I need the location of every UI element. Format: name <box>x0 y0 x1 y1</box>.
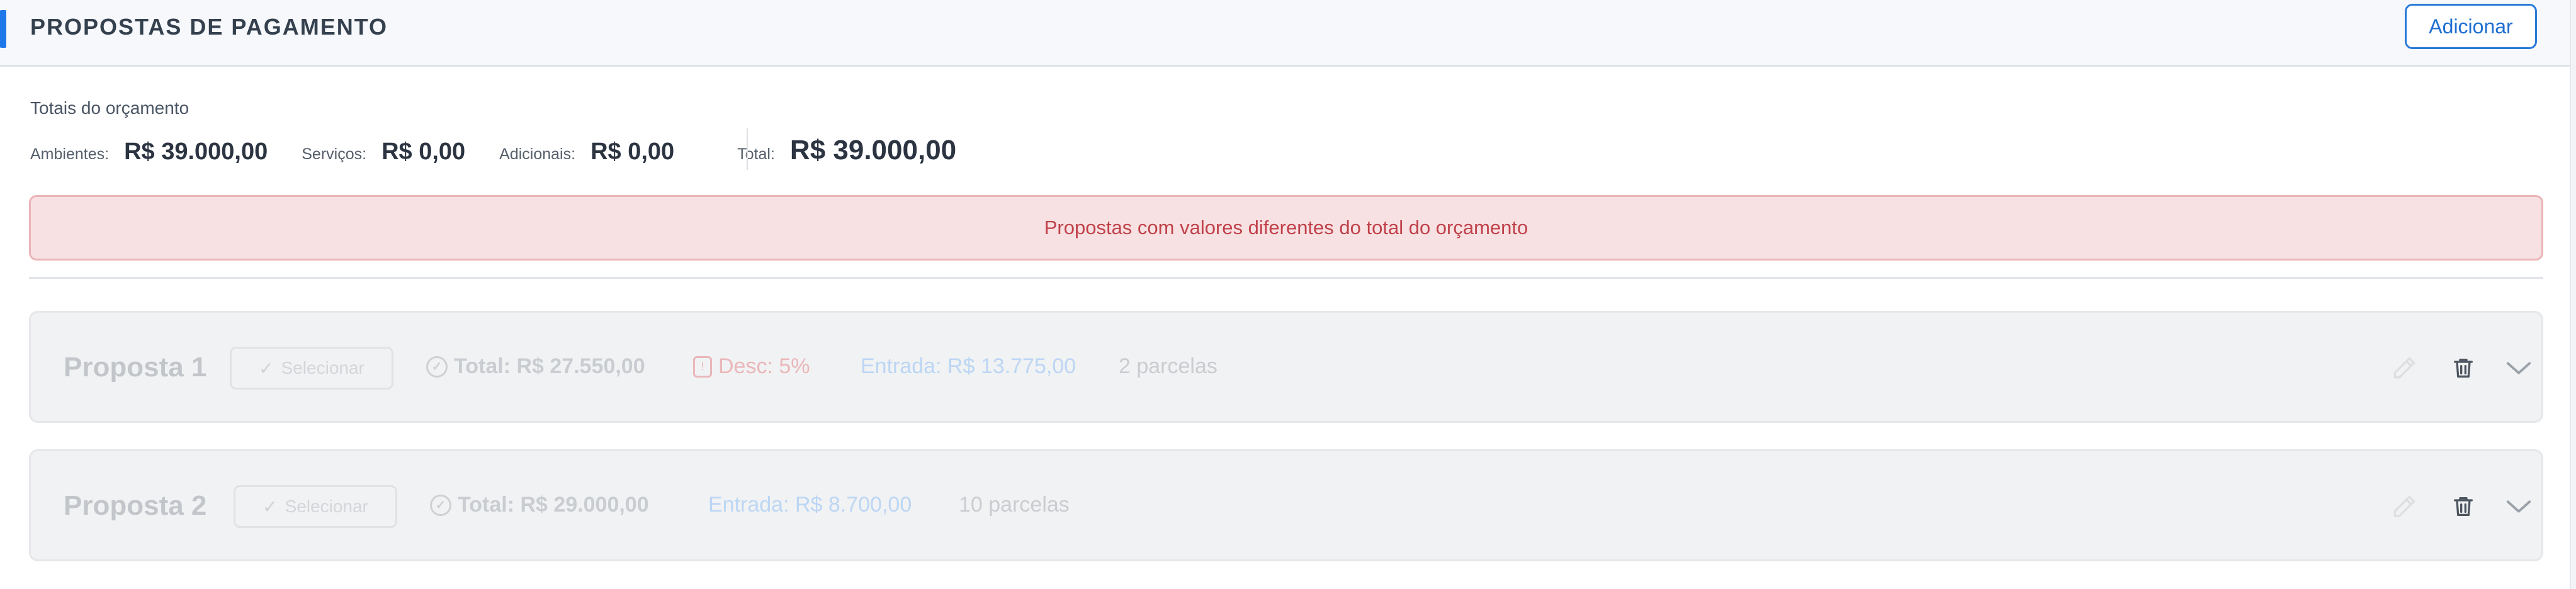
check-circle-icon: ✓ <box>430 494 451 516</box>
panel-header: PROPOSTAS DE PAGAMENTO Adicionar <box>0 0 2570 67</box>
proposal-name: Proposta 2 <box>64 490 207 521</box>
servicos-label: Serviços: <box>302 145 367 163</box>
payment-proposals-panel: PROPOSTAS DE PAGAMENTO Adicionar Totais … <box>0 0 2576 589</box>
proposal-installments: 2 parcelas <box>1119 354 1217 378</box>
pencil-icon <box>2393 357 2415 379</box>
totals-separator <box>747 128 748 170</box>
proposal-entry: Entrada: R$ 13.775,00 <box>861 354 1076 378</box>
header-accent-bar <box>0 10 6 48</box>
adicionais-label: Adicionais: <box>499 145 576 163</box>
proposal-entry: Entrada: R$ 8.700,00 <box>708 493 912 517</box>
total-label: Total: <box>737 145 775 163</box>
adicionais-value: R$ 0,00 <box>590 138 675 165</box>
select-label: Selecionar <box>281 358 364 378</box>
page-title: PROPOSTAS DE PAGAMENTO <box>30 14 388 40</box>
ambientes-label: Ambientes: <box>30 145 110 163</box>
proposal-name: Proposta 1 <box>64 352 207 383</box>
expand-proposal-button[interactable] <box>2494 481 2544 532</box>
chevron-down-icon <box>2506 362 2531 374</box>
ambientes-value: R$ 39.000,00 <box>124 138 268 165</box>
budget-totals: Ambientes: R$ 39.000,00 Serviços: R$ 0,0… <box>30 135 990 172</box>
section-divider <box>29 277 2543 279</box>
chevron-down-icon <box>2506 500 2531 513</box>
price-tag-icon: ! <box>693 356 712 378</box>
proposal-discount-text: Desc: 5% <box>718 354 810 378</box>
proposal-installments: 10 parcelas <box>959 493 1070 517</box>
check-circle-icon: ✓ <box>426 356 448 378</box>
edit-proposal-button[interactable] <box>2379 481 2429 532</box>
select-proposal-button[interactable]: ✓ Selecionar <box>234 485 397 528</box>
check-icon: ✓ <box>259 358 274 378</box>
expand-proposal-button[interactable] <box>2494 343 2544 393</box>
mismatch-alert: Propostas com valores diferentes do tota… <box>29 195 2543 261</box>
servicos-value: R$ 0,00 <box>381 138 466 165</box>
proposal-total: ✓ Total: R$ 29.000,00 <box>430 493 649 517</box>
add-proposal-button[interactable]: Adicionar <box>2405 4 2537 49</box>
trash-icon <box>2454 359 2473 378</box>
select-label: Selecionar <box>285 496 368 516</box>
proposal-total-text: Total: R$ 29.000,00 <box>458 493 649 517</box>
totals-caption: Totais do orçamento <box>30 98 189 118</box>
proposal-total: ✓ Total: R$ 27.550,00 <box>426 354 645 379</box>
check-icon: ✓ <box>263 496 278 517</box>
alert-message: Propostas com valores diferentes do tota… <box>1044 216 1528 238</box>
delete-proposal-button[interactable] <box>2438 481 2488 532</box>
edit-proposal-button[interactable] <box>2379 343 2429 393</box>
proposal-card-2[interactable]: Proposta 2 ✓ Selecionar ✓ Total: R$ 29.0… <box>29 449 2543 561</box>
proposal-card-1[interactable]: Proposta 1 ✓ Selecionar ✓ Total: R$ 27.5… <box>29 311 2543 423</box>
total-value: R$ 39.000,00 <box>789 135 957 165</box>
trash-icon <box>2454 497 2473 516</box>
pencil-icon <box>2393 495 2415 517</box>
proposal-discount: ! Desc: 5% <box>693 354 810 379</box>
proposal-total-text: Total: R$ 27.550,00 <box>454 354 645 378</box>
scrollbar-track[interactable] <box>2570 0 2576 589</box>
delete-proposal-button[interactable] <box>2438 343 2488 393</box>
select-proposal-button[interactable]: ✓ Selecionar <box>230 347 393 390</box>
